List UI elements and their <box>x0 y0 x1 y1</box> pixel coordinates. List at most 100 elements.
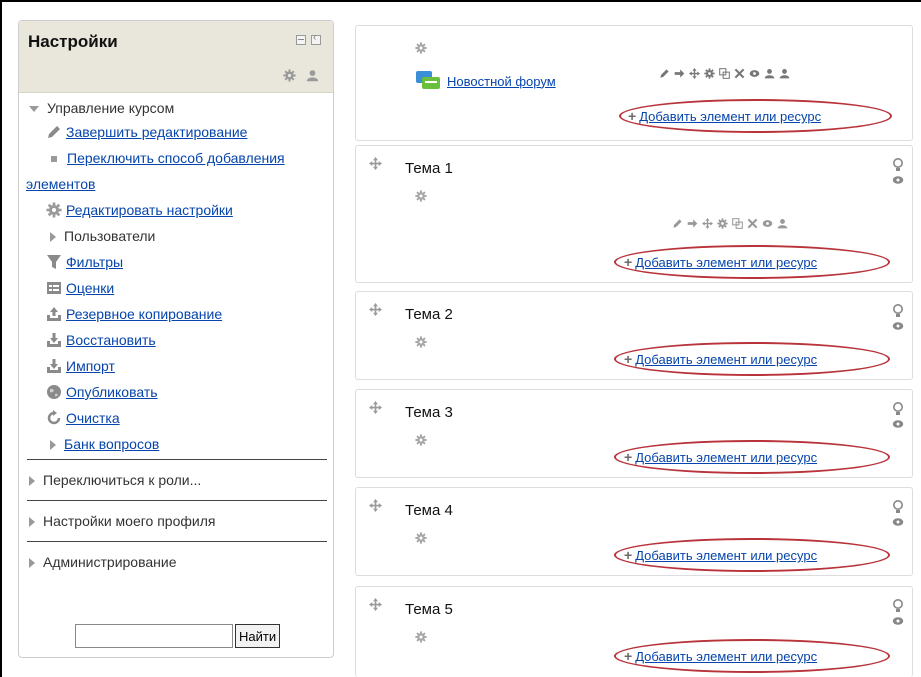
news-forum-link[interactable]: Новостной форум <box>447 74 556 89</box>
settings-gear-icon[interactable] <box>704 68 715 79</box>
move-right-icon[interactable] <box>687 218 698 229</box>
window-top-edge <box>0 0 921 2</box>
plus-icon: + <box>624 547 633 563</box>
finish-editing-link[interactable]: Завершить редактирование <box>66 124 247 140</box>
settings-search-button[interactable]: Найти <box>235 624 281 648</box>
dock-block-icon[interactable] <box>311 32 321 45</box>
collapse-triangle-icon <box>29 106 39 113</box>
gear-icon[interactable] <box>283 69 296 82</box>
switch-add-mode-item[interactable]: Переключить способ добавления <box>46 149 285 167</box>
restore-link[interactable]: Восстановить <box>66 332 156 348</box>
delete-icon[interactable] <box>747 218 758 229</box>
import-icon <box>47 359 61 373</box>
gear-icon[interactable] <box>415 532 427 544</box>
highlight-lightbulb-icon[interactable] <box>892 402 904 416</box>
highlight-lightbulb-icon[interactable] <box>892 500 904 514</box>
assign-roles-icon[interactable] <box>779 68 790 79</box>
publish-link[interactable]: Опубликовать <box>66 384 158 400</box>
move-handle-icon[interactable] <box>369 598 382 611</box>
hide-eye-icon[interactable] <box>892 517 904 527</box>
edit-pencil-icon[interactable] <box>659 68 670 79</box>
square-bullet-icon <box>51 156 57 163</box>
move-handle-icon[interactable] <box>369 157 382 170</box>
news-forum-item[interactable]: Новостной форум <box>415 70 556 92</box>
hide-eye-icon[interactable] <box>892 175 904 185</box>
section-title: Тема 1 <box>405 160 453 177</box>
move-icon[interactable] <box>689 68 700 79</box>
move-handle-icon[interactable] <box>369 401 382 414</box>
delete-icon[interactable] <box>734 68 745 79</box>
import-link[interactable]: Импорт <box>66 358 115 374</box>
restore-item[interactable]: Восстановить <box>46 331 156 349</box>
plus-icon: + <box>624 648 633 664</box>
switch-add-mode-link-cont[interactable]: элементов <box>26 176 95 192</box>
restore-icon <box>47 333 61 347</box>
import-item[interactable]: Импорт <box>46 357 115 375</box>
edit-settings-link[interactable]: Редактировать настройки <box>66 202 233 218</box>
filters-item[interactable]: Фильтры <box>46 253 123 271</box>
hide-eye-icon[interactable] <box>892 616 904 626</box>
grades-link[interactable]: Оценки <box>66 280 114 296</box>
backup-item[interactable]: Резервное копирование <box>46 305 222 323</box>
highlight-lightbulb-icon[interactable] <box>892 304 904 318</box>
reset-link[interactable]: Очистка <box>66 410 120 426</box>
move-right-icon[interactable] <box>674 68 685 79</box>
settings-search-input[interactable] <box>75 624 233 648</box>
duplicate-icon[interactable] <box>732 218 743 229</box>
hide-eye-icon[interactable] <box>762 218 773 229</box>
assign-roles-icon[interactable] <box>777 218 788 229</box>
hide-eye-icon[interactable] <box>892 419 904 429</box>
settings-gear-icon[interactable] <box>717 218 728 229</box>
group-mode-icon[interactable] <box>764 68 775 79</box>
filters-link[interactable]: Фильтры <box>66 254 123 270</box>
hide-eye-icon[interactable] <box>892 321 904 331</box>
users-node[interactable]: Пользователи <box>50 227 155 245</box>
add-activity-link[interactable]: + Добавить элемент или ресурс <box>624 648 817 664</box>
highlight-lightbulb-icon[interactable] <box>892 599 904 613</box>
edit-settings-item[interactable]: Редактировать настройки <box>46 201 233 219</box>
publish-item[interactable]: Опубликовать <box>46 383 158 401</box>
switch-add-mode-link[interactable]: Переключить способ добавления <box>67 150 285 166</box>
move-icon[interactable] <box>702 218 713 229</box>
gear-icon <box>46 202 62 218</box>
finish-editing-item[interactable]: Завершить редактирование <box>46 123 247 141</box>
edit-pencil-icon[interactable] <box>672 218 683 229</box>
activity-edit-icons <box>672 218 788 229</box>
gear-icon[interactable] <box>415 336 427 348</box>
gear-icon[interactable] <box>415 631 427 643</box>
add-activity-link[interactable]: + Добавить элемент или ресурс <box>624 547 817 563</box>
move-handle-icon[interactable] <box>369 499 382 512</box>
add-activity-link[interactable]: + Добавить элемент или ресурс <box>628 108 821 124</box>
add-activity-link[interactable]: + Добавить элемент или ресурс <box>624 449 817 465</box>
switch-add-mode-item-cont[interactable]: элементов <box>26 175 95 193</box>
duplicate-icon[interactable] <box>719 68 730 79</box>
add-activity-link[interactable]: + Добавить элемент или ресурс <box>624 351 817 367</box>
profile-settings-node[interactable]: Настройки моего профиля <box>29 512 215 530</box>
hide-eye-icon[interactable] <box>749 68 760 79</box>
assign-roles-icon[interactable] <box>306 69 319 82</box>
plus-icon: + <box>624 254 633 270</box>
course-section-3: Тема 3 + Добавить элемент или ресурс <box>355 389 913 478</box>
expand-triangle-icon <box>29 558 35 569</box>
settings-block: Настройки Управление курсом Завершить ре… <box>18 20 334 658</box>
gear-icon[interactable] <box>415 190 427 202</box>
plus-icon: + <box>624 351 633 367</box>
question-bank-node[interactable]: Банк вопросов <box>50 435 159 453</box>
course-admin-node[interactable]: Управление курсом <box>29 99 174 117</box>
backup-link[interactable]: Резервное копирование <box>66 306 222 322</box>
filter-icon <box>47 255 61 269</box>
gear-icon[interactable] <box>415 434 427 446</box>
expand-triangle-icon <box>50 440 56 451</box>
grades-item[interactable]: Оценки <box>46 279 114 297</box>
add-activity-link[interactable]: + Добавить элемент или ресурс <box>624 254 817 270</box>
highlight-lightbulb-icon[interactable] <box>892 158 904 172</box>
move-handle-icon[interactable] <box>369 303 382 316</box>
profile-settings-label: Настройки моего профиля <box>43 513 216 529</box>
administration-node[interactable]: Администрирование <box>29 553 177 571</box>
gear-icon[interactable] <box>415 42 427 54</box>
switch-role-node[interactable]: Переключиться к роли... <box>29 471 201 489</box>
reset-item[interactable]: Очистка <box>46 409 120 427</box>
divider <box>27 459 327 460</box>
collapse-block-icon[interactable] <box>296 35 306 45</box>
question-bank-link[interactable]: Банк вопросов <box>64 436 159 452</box>
